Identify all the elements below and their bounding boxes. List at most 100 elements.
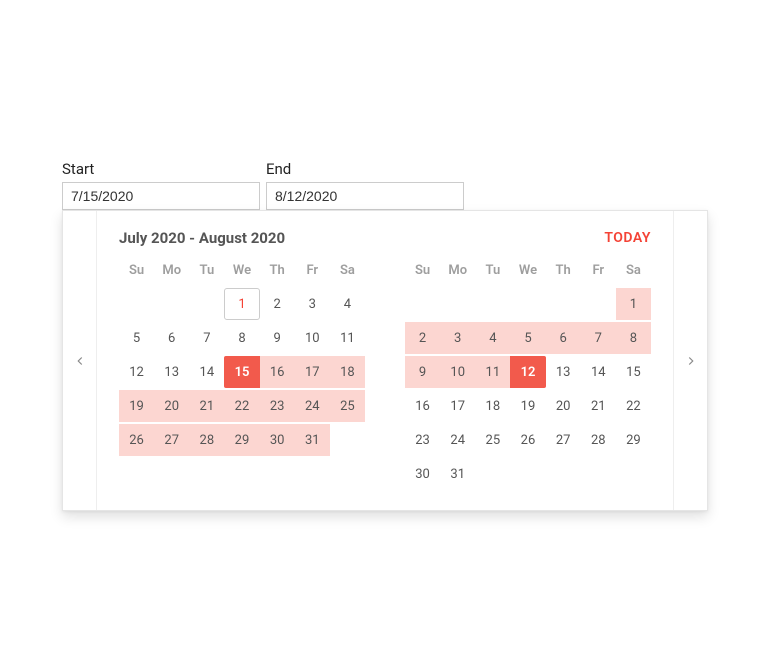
day-cell[interactable]: 5 bbox=[510, 322, 545, 354]
weekday-label: Fr bbox=[581, 259, 616, 282]
day-cell[interactable]: 17 bbox=[295, 356, 330, 388]
day-cell[interactable]: 21 bbox=[189, 390, 224, 422]
weekday-label: Fr bbox=[295, 259, 330, 282]
day-cell[interactable]: 14 bbox=[581, 356, 616, 388]
day-cell[interactable]: 20 bbox=[154, 390, 189, 422]
day-empty bbox=[440, 288, 475, 320]
month-1: SuMoTuWeThFrSa12345678910111213141516171… bbox=[405, 259, 651, 490]
days-grid: 1234567891011121314151617181920212223242… bbox=[119, 288, 365, 456]
day-cell[interactable]: 2 bbox=[405, 322, 440, 354]
day-cell[interactable]: 21 bbox=[581, 390, 616, 422]
day-empty bbox=[546, 288, 581, 320]
weekday-label: Th bbox=[260, 259, 295, 282]
day-cell[interactable]: 5 bbox=[119, 322, 154, 354]
start-label: Start bbox=[62, 160, 260, 178]
day-cell[interactable]: 15 bbox=[616, 356, 651, 388]
day-cell[interactable]: 3 bbox=[295, 288, 330, 320]
day-empty bbox=[510, 288, 545, 320]
day-cell[interactable]: 26 bbox=[510, 424, 545, 456]
date-range-fields: Start End bbox=[62, 160, 464, 210]
day-cell[interactable]: 2 bbox=[260, 288, 295, 320]
day-cell[interactable]: 6 bbox=[546, 322, 581, 354]
day-cell[interactable]: 22 bbox=[616, 390, 651, 422]
weekday-label: Mo bbox=[440, 259, 475, 282]
weekday-label: We bbox=[224, 259, 259, 282]
start-field-group: Start bbox=[62, 160, 260, 210]
day-cell[interactable]: 24 bbox=[295, 390, 330, 422]
day-cell[interactable]: 10 bbox=[295, 322, 330, 354]
weekday-label: Mo bbox=[154, 259, 189, 282]
weekday-label: Su bbox=[119, 259, 154, 282]
day-cell[interactable]: 9 bbox=[260, 322, 295, 354]
day-cell[interactable]: 18 bbox=[330, 356, 365, 388]
day-cell[interactable]: 31 bbox=[440, 458, 475, 490]
day-cell[interactable]: 25 bbox=[475, 424, 510, 456]
day-cell[interactable]: 31 bbox=[295, 424, 330, 456]
day-cell[interactable]: 28 bbox=[189, 424, 224, 456]
day-cell[interactable]: 11 bbox=[330, 322, 365, 354]
day-cell[interactable]: 7 bbox=[189, 322, 224, 354]
prev-month-button[interactable] bbox=[63, 211, 97, 510]
months-container: July 2020 - August 2020 TODAY SuMoTuWeTh… bbox=[97, 211, 673, 510]
day-cell[interactable]: 16 bbox=[405, 390, 440, 422]
day-cell[interactable]: 23 bbox=[260, 390, 295, 422]
end-field-group: End bbox=[266, 160, 464, 210]
day-cell[interactable]: 9 bbox=[405, 356, 440, 388]
day-cell[interactable]: 18 bbox=[475, 390, 510, 422]
days-grid: 1234567891011121314151617181920212223242… bbox=[405, 288, 651, 490]
end-label: End bbox=[266, 160, 464, 178]
day-cell[interactable]: 25 bbox=[330, 390, 365, 422]
next-month-button[interactable] bbox=[673, 211, 707, 510]
day-empty bbox=[119, 288, 154, 320]
day-cell[interactable]: 13 bbox=[154, 356, 189, 388]
day-cell[interactable]: 23 bbox=[405, 424, 440, 456]
day-cell[interactable]: 1 bbox=[224, 288, 259, 320]
day-cell[interactable]: 14 bbox=[189, 356, 224, 388]
weekday-label: Sa bbox=[330, 259, 365, 282]
day-cell[interactable]: 30 bbox=[405, 458, 440, 490]
day-cell[interactable]: 7 bbox=[581, 322, 616, 354]
weekday-label: We bbox=[510, 259, 545, 282]
end-input[interactable] bbox=[266, 182, 464, 210]
weekday-label: Th bbox=[546, 259, 581, 282]
popup-header: July 2020 - August 2020 TODAY bbox=[119, 229, 651, 247]
weekday-label: Su bbox=[405, 259, 440, 282]
day-cell[interactable]: 19 bbox=[119, 390, 154, 422]
day-empty bbox=[581, 288, 616, 320]
day-cell[interactable]: 19 bbox=[510, 390, 545, 422]
day-cell[interactable]: 20 bbox=[546, 390, 581, 422]
day-cell[interactable]: 29 bbox=[616, 424, 651, 456]
day-cell[interactable]: 11 bbox=[475, 356, 510, 388]
day-cell[interactable]: 13 bbox=[546, 356, 581, 388]
day-empty bbox=[475, 288, 510, 320]
day-cell[interactable]: 27 bbox=[154, 424, 189, 456]
range-title: July 2020 - August 2020 bbox=[119, 229, 285, 247]
day-cell[interactable]: 28 bbox=[581, 424, 616, 456]
day-cell[interactable]: 12 bbox=[510, 356, 545, 388]
day-cell[interactable]: 24 bbox=[440, 424, 475, 456]
day-cell[interactable]: 3 bbox=[440, 322, 475, 354]
day-cell[interactable]: 27 bbox=[546, 424, 581, 456]
day-cell[interactable]: 4 bbox=[330, 288, 365, 320]
weekday-row: SuMoTuWeThFrSa bbox=[405, 259, 651, 282]
day-cell[interactable]: 22 bbox=[224, 390, 259, 422]
weekday-label: Sa bbox=[616, 259, 651, 282]
day-cell[interactable]: 1 bbox=[616, 288, 651, 320]
day-cell[interactable]: 17 bbox=[440, 390, 475, 422]
day-cell[interactable]: 10 bbox=[440, 356, 475, 388]
start-input[interactable] bbox=[62, 182, 260, 210]
day-cell[interactable]: 26 bbox=[119, 424, 154, 456]
months-grid: SuMoTuWeThFrSa12345678910111213141516171… bbox=[119, 259, 651, 490]
day-cell[interactable]: 6 bbox=[154, 322, 189, 354]
day-cell[interactable]: 29 bbox=[224, 424, 259, 456]
day-cell[interactable]: 4 bbox=[475, 322, 510, 354]
today-button[interactable]: TODAY bbox=[604, 230, 651, 246]
weekday-row: SuMoTuWeThFrSa bbox=[119, 259, 365, 282]
day-cell[interactable]: 16 bbox=[260, 356, 295, 388]
day-cell[interactable]: 8 bbox=[224, 322, 259, 354]
day-cell[interactable]: 30 bbox=[260, 424, 295, 456]
day-cell[interactable]: 12 bbox=[119, 356, 154, 388]
day-cell[interactable]: 8 bbox=[616, 322, 651, 354]
day-cell[interactable]: 15 bbox=[224, 356, 259, 388]
day-empty bbox=[154, 288, 189, 320]
